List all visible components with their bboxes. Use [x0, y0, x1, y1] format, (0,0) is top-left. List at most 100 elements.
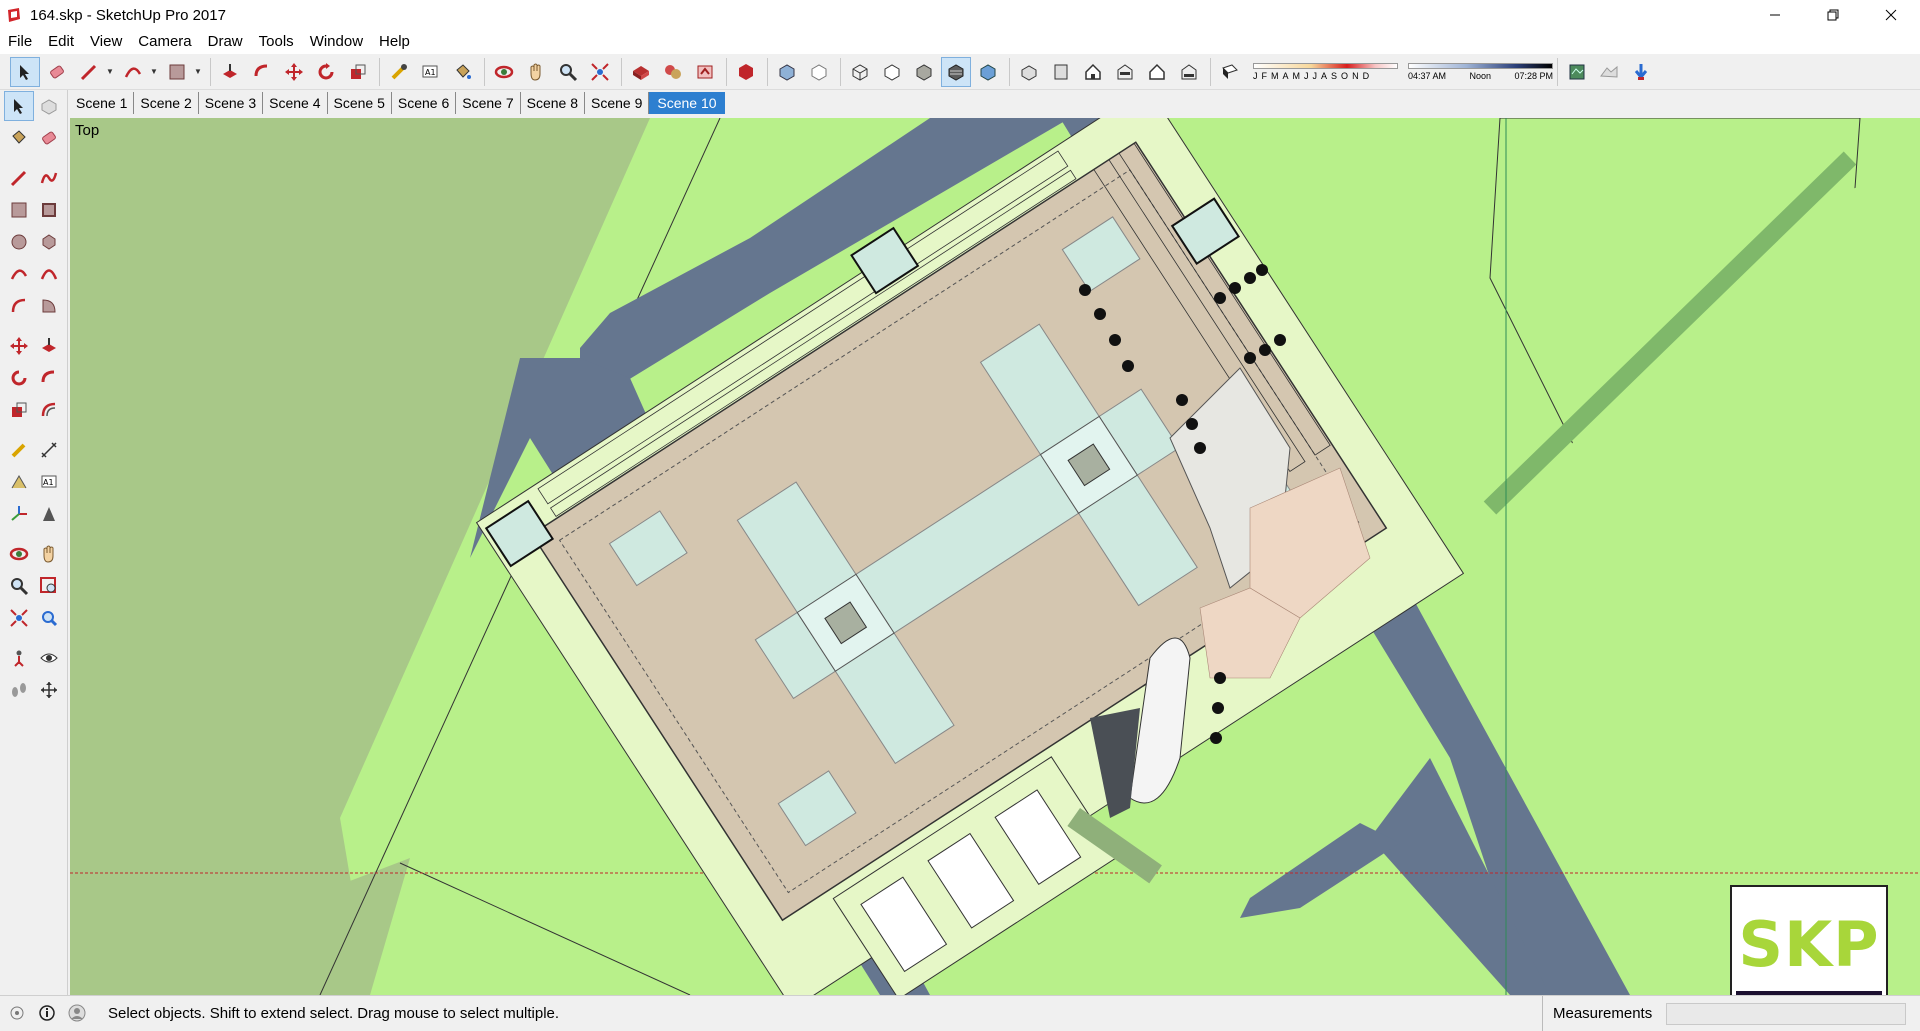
- geolocation-icon[interactable]: [4, 1000, 30, 1026]
- text-tool-icon[interactable]: A1: [416, 57, 446, 87]
- warehouse-icon[interactable]: [626, 57, 656, 87]
- toggle-terrain-icon[interactable]: [1594, 57, 1624, 87]
- line-tool-icon[interactable]: [74, 57, 104, 87]
- rotate-tool-icon[interactable]: [311, 57, 341, 87]
- minimize-button[interactable]: [1746, 0, 1804, 30]
- top-view-icon[interactable]: [1046, 57, 1076, 87]
- look-around-icon[interactable]: [34, 643, 64, 673]
- select-tool-icon[interactable]: [10, 56, 40, 87]
- pie-icon[interactable]: [34, 291, 64, 321]
- circle-icon[interactable]: [4, 227, 34, 257]
- date-slider-track[interactable]: [1253, 62, 1398, 69]
- menu-tools[interactable]: Tools: [251, 30, 302, 54]
- text-icon[interactable]: A1: [34, 467, 64, 497]
- 3d-text-icon[interactable]: [34, 499, 64, 529]
- select-arrow-icon[interactable]: [4, 91, 34, 121]
- move-tool-icon[interactable]: [279, 57, 309, 87]
- model-viewport[interactable]: Top SKP: [70, 118, 1920, 995]
- menu-help[interactable]: Help: [371, 30, 418, 54]
- add-location-icon[interactable]: [1562, 57, 1592, 87]
- move-icon[interactable]: [4, 331, 34, 361]
- close-button[interactable]: [1862, 0, 1920, 30]
- rectangle-icon[interactable]: [4, 195, 34, 225]
- restore-button[interactable]: [1804, 0, 1862, 30]
- menu-view[interactable]: View: [82, 30, 130, 54]
- scene-tab-10[interactable]: Scene 10: [649, 92, 725, 114]
- freehand-icon[interactable]: [34, 163, 64, 193]
- scale-icon[interactable]: [4, 395, 34, 425]
- zoom-icon[interactable]: [4, 571, 34, 601]
- menu-camera[interactable]: Camera: [130, 30, 199, 54]
- hand-pan-icon[interactable]: [34, 539, 64, 569]
- rectangle-tool-icon[interactable]: [162, 57, 192, 87]
- pushpull-icon[interactable]: [34, 331, 64, 361]
- measurements-input[interactable]: [1666, 1003, 1906, 1025]
- polygon-icon[interactable]: [34, 227, 64, 257]
- orbit-icon[interactable]: [4, 539, 34, 569]
- walk-icon[interactable]: [4, 675, 34, 705]
- position-camera-icon[interactable]: [4, 643, 34, 673]
- zoom-extents-icon[interactable]: [4, 603, 34, 633]
- hidden-line-icon[interactable]: [877, 57, 907, 87]
- scene-tab-2[interactable]: Scene 2: [134, 92, 199, 114]
- line-icon[interactable]: [4, 163, 34, 193]
- eraser-icon[interactable]: [34, 123, 64, 153]
- push-pull-icon[interactable]: [215, 57, 245, 87]
- arc-tool-icon[interactable]: [118, 57, 148, 87]
- eraser-tool-icon[interactable]: [42, 57, 72, 87]
- zoom-extents-icon[interactable]: [585, 57, 615, 87]
- scene-tab-5[interactable]: Scene 5: [328, 92, 392, 114]
- follow-me-icon[interactable]: [247, 57, 277, 87]
- shadows-toggle-icon[interactable]: [1215, 57, 1245, 87]
- components-icon[interactable]: [658, 57, 688, 87]
- rotated-rectangle-icon[interactable]: [34, 195, 64, 225]
- time-slider-track[interactable]: [1408, 62, 1553, 69]
- line-dropdown-icon[interactable]: ▼: [106, 67, 114, 76]
- wireframe-icon[interactable]: [845, 57, 875, 87]
- xray-style-icon[interactable]: [772, 57, 802, 87]
- offset-icon[interactable]: [34, 395, 64, 425]
- scene-tab-3[interactable]: Scene 3: [199, 92, 264, 114]
- followme-icon[interactable]: [34, 363, 64, 393]
- share-model-icon[interactable]: [690, 57, 720, 87]
- menu-window[interactable]: Window: [302, 30, 371, 54]
- site-plan-drawing[interactable]: [70, 118, 1920, 995]
- shape-dropdown-icon[interactable]: ▼: [194, 67, 202, 76]
- front-view-icon[interactable]: [1078, 57, 1108, 87]
- make-component-icon[interactable]: [34, 91, 64, 121]
- arc-icon[interactable]: [4, 259, 34, 289]
- scene-tab-7[interactable]: Scene 7: [456, 92, 521, 114]
- pan-tool-icon[interactable]: [521, 57, 551, 87]
- right-view-icon[interactable]: [1110, 57, 1140, 87]
- scale-tool-icon[interactable]: [343, 57, 373, 87]
- shaded-textures-icon[interactable]: [941, 56, 971, 87]
- paint-bucket-icon[interactable]: [448, 57, 478, 87]
- previous-view-icon[interactable]: [34, 603, 64, 633]
- section-plane-icon[interactable]: [34, 675, 64, 705]
- zoom-window-icon[interactable]: [34, 571, 64, 601]
- scene-tab-8[interactable]: Scene 8: [521, 92, 585, 114]
- dimension-icon[interactable]: [34, 435, 64, 465]
- back-view-icon[interactable]: [1142, 57, 1172, 87]
- three-point-arc-icon[interactable]: [4, 291, 34, 321]
- two-point-arc-icon[interactable]: [34, 259, 64, 289]
- arc-dropdown-icon[interactable]: ▼: [150, 67, 158, 76]
- zoom-tool-icon[interactable]: [553, 57, 583, 87]
- orbit-tool-icon[interactable]: [489, 57, 519, 87]
- rotate-icon[interactable]: [4, 363, 34, 393]
- extension-warehouse-icon[interactable]: [731, 57, 761, 87]
- menu-edit[interactable]: Edit: [40, 30, 82, 54]
- scene-tab-4[interactable]: Scene 4: [263, 92, 328, 114]
- back-edges-icon[interactable]: [804, 57, 834, 87]
- shadow-date-slider[interactable]: JFMAMJJASOND: [1253, 56, 1398, 88]
- scene-tab-9[interactable]: Scene 9: [585, 92, 650, 114]
- tape-icon[interactable]: [4, 435, 34, 465]
- paint-icon[interactable]: [4, 123, 34, 153]
- axes-icon[interactable]: [4, 499, 34, 529]
- menu-file[interactable]: File: [0, 30, 40, 54]
- scene-tab-6[interactable]: Scene 6: [392, 92, 457, 114]
- tape-measure-icon[interactable]: [384, 57, 414, 87]
- user-account-icon[interactable]: [64, 1000, 90, 1026]
- photo-textures-icon[interactable]: [1626, 57, 1656, 87]
- shaded-icon[interactable]: [909, 57, 939, 87]
